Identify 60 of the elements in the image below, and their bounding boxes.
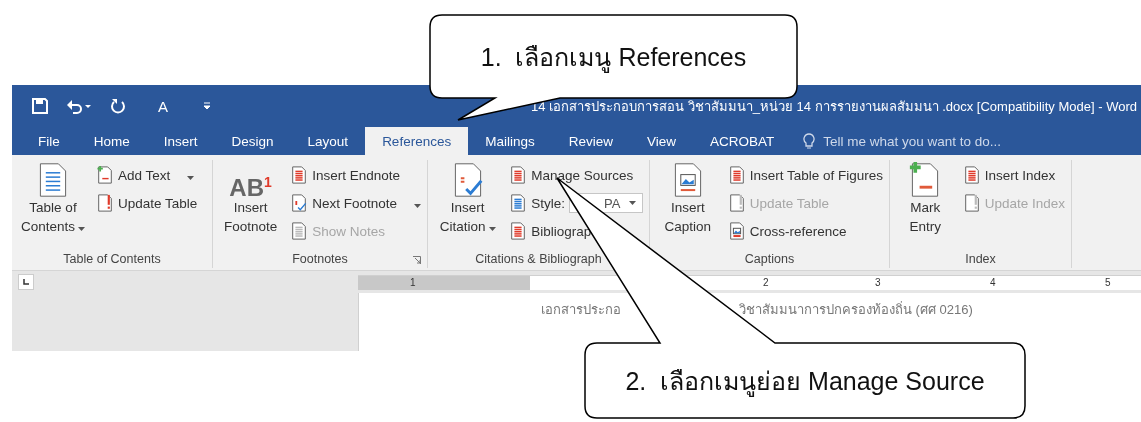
header-text: วิชาสัมมนาการปกครองท้องถิ่น (ศศ 0216) bbox=[739, 300, 973, 319]
ribbon-button[interactable]: Insert Caption bbox=[654, 160, 722, 250]
ribbon-tab[interactable]: Layout bbox=[290, 127, 366, 155]
group-label: Footnotes bbox=[292, 252, 348, 266]
caret-icon bbox=[78, 227, 85, 231]
lightbulb-icon bbox=[803, 133, 816, 149]
document-lines-icon bbox=[962, 166, 981, 184]
group-label: Captions bbox=[744, 252, 795, 266]
save-icon[interactable] bbox=[32, 98, 48, 114]
callout-text: 2. เลือกเมนูย่อย Manage Source bbox=[625, 366, 985, 399]
customize-icon[interactable] bbox=[202, 101, 212, 111]
ruler-number: 1 bbox=[410, 275, 416, 290]
ruler[interactable]: 1 2 3 4 5 bbox=[358, 274, 1141, 290]
ruler-number: 4 bbox=[990, 275, 996, 290]
style-label: Style: bbox=[531, 195, 565, 211]
ribbon-button[interactable]: Insert Table of Figures bbox=[725, 162, 885, 188]
tab-stop-icon[interactable] bbox=[18, 274, 34, 290]
ruler-number: 5 bbox=[1105, 275, 1111, 290]
dialog-launcher-icon[interactable] bbox=[413, 256, 421, 264]
caret-icon bbox=[187, 175, 195, 180]
document-exclamation-icon bbox=[727, 194, 746, 212]
ribbon-tab[interactable]: Mailings bbox=[468, 127, 552, 155]
ribbon-button[interactable]: Insert Citation bbox=[432, 160, 504, 250]
group-label: Table of Contents bbox=[63, 252, 161, 266]
ribbon-button[interactable]: Update Table bbox=[94, 190, 200, 216]
document-exclamation-icon bbox=[96, 194, 114, 212]
undo-icon[interactable] bbox=[66, 98, 92, 114]
notes-icon bbox=[290, 222, 309, 240]
ribbon-tab[interactable]: Insert bbox=[146, 127, 215, 155]
caret-icon bbox=[414, 203, 421, 208]
callout-text: 1. เลือกเมนู References bbox=[480, 41, 747, 75]
ribbon-tab[interactable]: View bbox=[629, 127, 693, 155]
ribbon-tab[interactable]: ACROBAT bbox=[693, 127, 792, 155]
ribbon-tab[interactable]: Review bbox=[551, 127, 630, 155]
ribbon-tab[interactable]: Design bbox=[214, 127, 291, 155]
group-label: Citations & Bibliograph bbox=[475, 252, 602, 266]
ribbon-button[interactable]: AB$^{1}$ Insert Footnote bbox=[217, 160, 285, 250]
ribbon-button[interactable]: Cross-reference bbox=[725, 218, 885, 244]
caret-icon bbox=[629, 201, 636, 205]
ribbon-tab[interactable]: References bbox=[365, 127, 469, 155]
ribbon-button[interactable]: Table of Contents bbox=[16, 160, 90, 250]
tell-me-field[interactable]: Tell me what you want to do... bbox=[821, 132, 1056, 150]
document-lines-icon bbox=[727, 166, 746, 184]
footnote-icon: AB$^{1}$ bbox=[229, 162, 272, 198]
ribbon-button[interactable]: Insert Index bbox=[960, 162, 1067, 188]
ribbon-tab[interactable]: File bbox=[21, 127, 77, 155]
redo-icon[interactable] bbox=[110, 98, 126, 114]
qat-text[interactable]: A bbox=[158, 97, 168, 115]
ribbon-tab[interactable]: Home bbox=[76, 127, 147, 155]
ruler-number: 3 bbox=[875, 275, 881, 290]
ribbon-button[interactable]: Mark Entry bbox=[894, 160, 957, 250]
ribbon-button[interactable]: Next Footnote bbox=[288, 190, 423, 216]
document-exclamation-icon bbox=[962, 194, 981, 212]
caret-icon bbox=[488, 227, 496, 231]
ribbon-button[interactable]: Insert Endnote bbox=[288, 162, 423, 188]
header-text: เอกสารประกอ bbox=[541, 301, 621, 319]
ruler-number: 2 bbox=[763, 275, 769, 290]
group-label: Index bbox=[965, 252, 996, 266]
ribbon-button[interactable]: Add Text bbox=[94, 162, 200, 188]
document-plus-icon bbox=[96, 166, 114, 184]
